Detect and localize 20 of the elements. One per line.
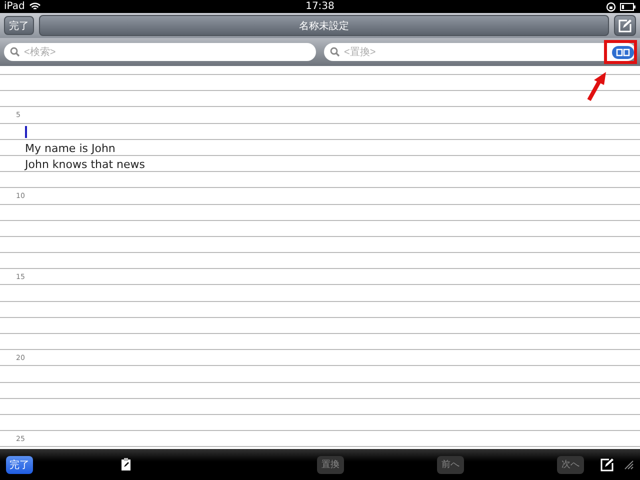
battery-icon [620, 2, 636, 10]
done-button[interactable]: 完了 [4, 16, 34, 35]
device-name: iPad [4, 1, 25, 12]
rotation-lock-icon [606, 2, 616, 12]
search-icon [330, 47, 340, 57]
search-field[interactable]: <検索> [4, 43, 316, 61]
compose-button[interactable] [614, 15, 636, 36]
text-line: My name is John [25, 142, 116, 155]
replace-field[interactable]: <置換> [324, 43, 636, 61]
search-icon [10, 47, 20, 57]
status-time: 17:38 [306, 1, 334, 12]
text-line: John knows that news [25, 158, 146, 172]
pointer-arrow [586, 72, 608, 102]
compose-icon[interactable] [600, 458, 614, 472]
highlight-frame [604, 40, 637, 64]
document-title: 名称未設定 [39, 15, 609, 36]
wifi-icon [28, 2, 41, 11]
clipboard-icon[interactable] [121, 458, 131, 471]
done-button[interactable]: 完了 [6, 456, 33, 474]
resize-grip-icon [624, 460, 634, 470]
